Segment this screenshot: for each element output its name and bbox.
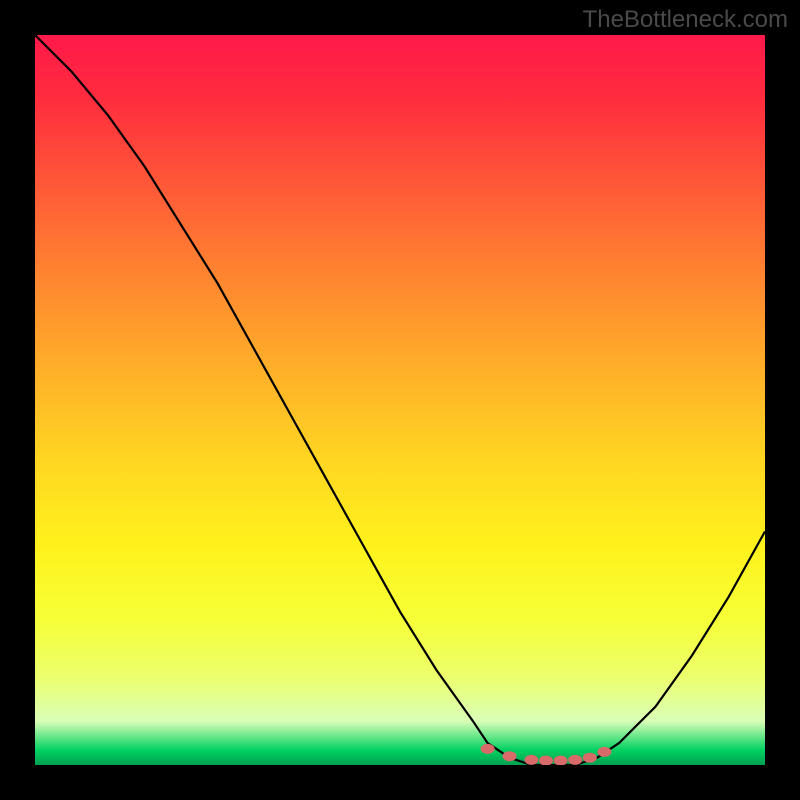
- watermark-text: TheBottleneck.com: [583, 6, 788, 34]
- marker-dot: [503, 751, 517, 761]
- marker-dot: [568, 755, 582, 765]
- marker-dot: [597, 747, 611, 757]
- marker-group: [481, 744, 612, 765]
- bottleneck-curve: [35, 35, 765, 765]
- marker-dot: [583, 753, 597, 763]
- marker-dot: [524, 755, 538, 765]
- marker-dot: [539, 756, 553, 765]
- marker-dot: [554, 756, 568, 765]
- chart-svg: [35, 35, 765, 765]
- chart-plot-area: [35, 35, 765, 765]
- marker-dot: [481, 744, 495, 754]
